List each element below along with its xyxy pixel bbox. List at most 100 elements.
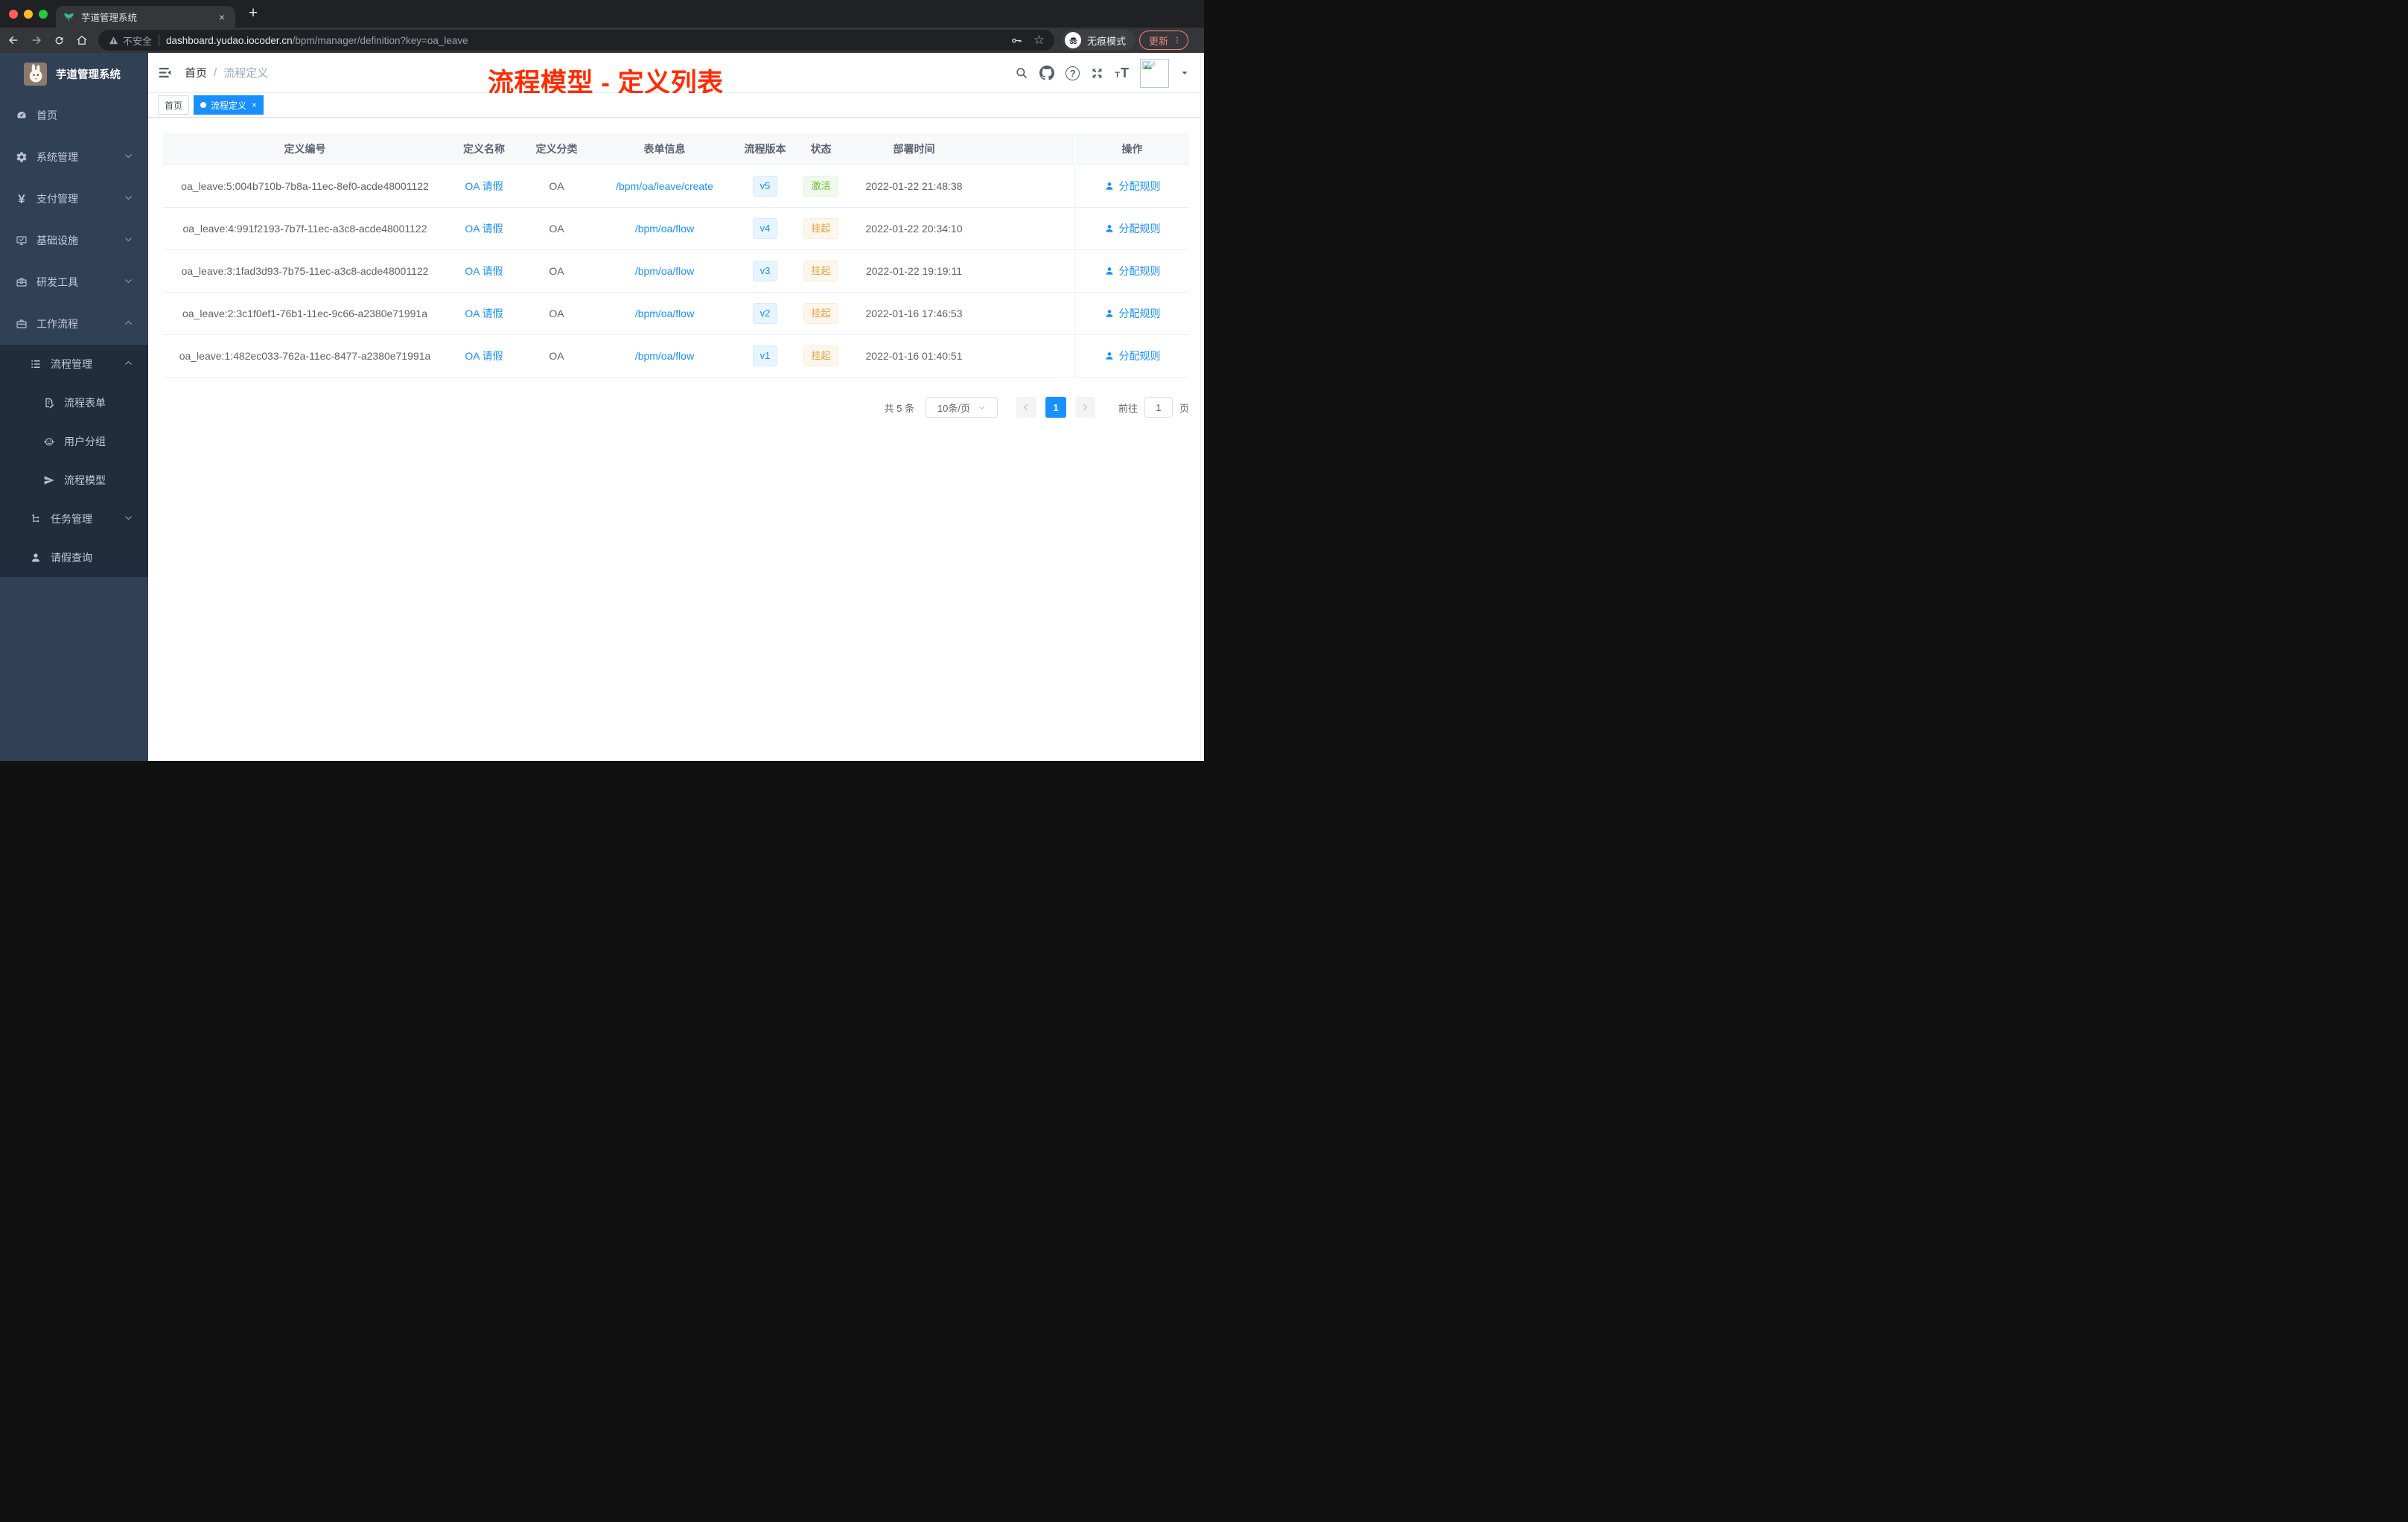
home-icon[interactable]: [75, 34, 89, 47]
definition-name-link[interactable]: OA 请假: [465, 306, 503, 321]
key-icon[interactable]: [1010, 34, 1023, 47]
back-icon[interactable]: [7, 34, 20, 47]
url-path: /bpm/manager/definition?key=oa_leave: [292, 34, 468, 46]
sidebar-item-tree-list[interactable]: 流程管理: [0, 345, 148, 383]
help-icon[interactable]: ?: [1066, 66, 1080, 80]
sidebar-fold-icon[interactable]: [157, 65, 173, 80]
browser-menu-dots-icon[interactable]: [1172, 35, 1182, 45]
address-bar[interactable]: 不安全 dashboard.yudao.iocoder.cn/bpm/manag…: [98, 30, 1054, 51]
form-info-link[interactable]: /bpm/oa/flow: [635, 350, 694, 362]
next-page-button[interactable]: [1074, 397, 1095, 418]
user-icon: [1104, 308, 1115, 319]
sidebar-item-label: 研发工具: [36, 276, 78, 288]
sidebar-item-label: 工作流程: [36, 318, 78, 330]
search-icon[interactable]: [1015, 66, 1028, 80]
sidebar-menu: 首页系统管理 ¥ 支付管理 基础设施研发工具工作流程流程管理 流程表单 用户分组 流程模型任…: [0, 95, 148, 577]
sidebar-item-yen[interactable]: ¥ 支付管理: [0, 178, 148, 220]
update-label: 更新: [1149, 35, 1169, 47]
avatar-caret-down-icon[interactable]: [1180, 69, 1189, 77]
cell-name: OA 请假: [447, 335, 521, 377]
cell-time: 2022-01-22 21:48:38: [865, 180, 963, 192]
org-icon: [30, 513, 42, 525]
assign-rule-link[interactable]: 分配规则: [1104, 306, 1161, 321]
definition-name-link[interactable]: OA 请假: [465, 264, 503, 278]
definition-name-link[interactable]: OA 请假: [465, 179, 503, 194]
user-avatar[interactable]: [1140, 58, 1169, 88]
definition-table: 定义编号 定义名称 定义分类 表单信息 流程版本 状态 部署时间 操作 oa_leave:5:0…: [163, 133, 1189, 378]
workflow-submenu: 流程管理 流程表单 用户分组 流程模型 任务管理 请假查询: [0, 345, 148, 577]
sidebar-item-label: 首页: [36, 109, 57, 121]
dashboard-icon: [16, 109, 28, 121]
cell-id: oa_leave:5:004b710b-7b8a-11ec-8ef0-acde4…: [181, 180, 429, 192]
form-icon: [43, 397, 55, 409]
cell-name: OA 请假: [447, 165, 521, 207]
form-info-link[interactable]: /bpm/oa/flow: [635, 223, 694, 235]
assign-rule-link[interactable]: 分配规则: [1104, 221, 1161, 236]
cell-status: 挂起: [793, 293, 849, 334]
chevron-up-icon: [124, 318, 133, 330]
sidebar-item-briefcase[interactable]: 工作流程: [0, 303, 148, 345]
assign-rule-link[interactable]: 分配规则: [1104, 264, 1161, 278]
sidebar-item-toolbox[interactable]: 研发工具: [0, 261, 148, 303]
prev-page-button[interactable]: [1016, 397, 1036, 418]
screen: 芋道管理系统 × + 不安全 dashboard.yudao.iocoder.c…: [0, 0, 1204, 761]
assign-rule-label: 分配规则: [1118, 223, 1161, 235]
sidebar-logo[interactable]: 芋道管理系统: [0, 53, 148, 95]
breadcrumb-home[interactable]: 首页: [185, 65, 207, 80]
tag-dot-icon: [200, 102, 207, 108]
cell-spacer: [979, 250, 1075, 292]
form-info-link[interactable]: /bpm/oa/leave/create: [616, 180, 713, 192]
definition-name-link[interactable]: OA 请假: [465, 221, 503, 236]
close-window-button[interactable]: [9, 10, 18, 19]
forward-icon[interactable]: [30, 34, 43, 47]
assign-rule-link[interactable]: 分配规则: [1104, 348, 1161, 363]
favicon-plant-icon: [63, 11, 74, 22]
tab-close-icon[interactable]: ×: [216, 11, 228, 23]
sidebar-item-gear[interactable]: 系统管理: [0, 136, 148, 178]
tag-active[interactable]: 流程定义 ×: [194, 95, 264, 115]
fullscreen-icon[interactable]: [1091, 67, 1103, 80]
sidebar: 芋道管理系统 首页系统管理 ¥ 支付管理 基础设施研发工具工作流程流程管理 流程表单 用户…: [0, 53, 148, 761]
cell-action: 分配规则: [1075, 250, 1189, 292]
minimize-window-button[interactable]: [24, 10, 33, 19]
browser-update-button[interactable]: 更新: [1139, 31, 1189, 50]
table-row: oa_leave:3:1fad3d93-7b75-11ec-a3c8-acde4…: [163, 250, 1189, 293]
sidebar-item-dashboard[interactable]: 首页: [0, 95, 148, 136]
breadcrumb-current: 流程定义: [223, 67, 269, 80]
tag-item[interactable]: 首页: [158, 95, 190, 115]
column-header-form: 表单信息: [643, 143, 686, 155]
yen-icon: ¥: [18, 191, 25, 206]
github-icon[interactable]: [1039, 66, 1055, 80]
sidebar-item-org[interactable]: 任务管理: [0, 500, 148, 538]
reload-icon[interactable]: [53, 34, 66, 47]
version-badge: v3: [752, 261, 778, 281]
page-size-select[interactable]: 10条/页: [925, 397, 998, 418]
sidebar-item-label: 系统管理: [36, 151, 78, 163]
tag-close-icon[interactable]: ×: [252, 100, 257, 110]
cell-form: /bpm/oa/flow: [592, 208, 737, 249]
current-page[interactable]: 1: [1045, 397, 1066, 418]
sidebar-item-user[interactable]: 请假查询: [0, 538, 148, 577]
new-tab-button[interactable]: +: [243, 4, 263, 23]
definition-name-link[interactable]: OA 请假: [465, 348, 503, 363]
sidebar-item-monitor[interactable]: 基础设施: [0, 220, 148, 261]
sidebar-item-send[interactable]: 流程模型: [0, 461, 148, 500]
table-row: oa_leave:4:991f2193-7b7f-11ec-a3c8-acde4…: [163, 208, 1189, 250]
cell-version: v1: [737, 335, 793, 377]
bookmark-star-icon[interactable]: ☆: [1033, 33, 1045, 48]
browser-tab[interactable]: 芋道管理系统 ×: [56, 6, 235, 28]
form-info-link[interactable]: /bpm/oa/flow: [635, 265, 694, 277]
assign-rule-label: 分配规则: [1118, 308, 1161, 319]
incognito-label: 无痕模式: [1087, 35, 1127, 47]
form-info-link[interactable]: /bpm/oa/flow: [635, 308, 694, 319]
assign-rule-link[interactable]: 分配规则: [1104, 179, 1161, 194]
goto-page-input[interactable]: [1144, 397, 1173, 418]
sidebar-item-robot[interactable]: 用户分组: [0, 422, 148, 461]
sidebar-item-form[interactable]: 流程表单: [0, 383, 148, 422]
maximize-window-button[interactable]: [39, 10, 48, 19]
briefcase-icon: [16, 318, 28, 330]
cell-category: OA: [549, 308, 564, 319]
breadcrumb-separator: /: [214, 66, 217, 79]
font-size-icon[interactable]: TT: [1115, 66, 1129, 80]
page-scrollbar[interactable]: [1200, 53, 1204, 761]
